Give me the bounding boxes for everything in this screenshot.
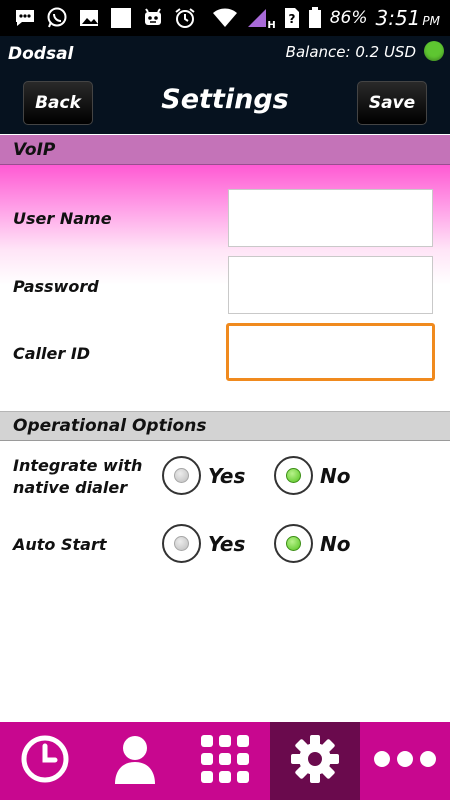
alarm-icon bbox=[174, 7, 196, 29]
radio-unselected-indicator bbox=[174, 468, 189, 483]
network-type: H bbox=[267, 20, 276, 31]
auto-start-yes-radio[interactable] bbox=[162, 524, 201, 563]
auto-start-no-radio[interactable] bbox=[274, 524, 313, 563]
clock-ampm: PM bbox=[422, 14, 440, 28]
battery-percent: 86% bbox=[329, 8, 368, 28]
clock-time: 3:51 bbox=[375, 6, 421, 30]
integrate-dialer-label-line2: native dialer bbox=[13, 478, 128, 497]
bottom-navigation bbox=[0, 722, 450, 800]
caller-id-input[interactable] bbox=[226, 323, 435, 381]
auto-start-no-label: No bbox=[320, 532, 351, 556]
password-input[interactable] bbox=[228, 256, 433, 314]
dialpad-grid-icon bbox=[200, 734, 250, 788]
voip-section-header: VoIP bbox=[0, 135, 450, 165]
svg-text:?: ? bbox=[288, 12, 295, 26]
clock-icon bbox=[20, 734, 70, 788]
robot-icon bbox=[142, 7, 164, 29]
balance-text: Balance: 0.2 USD bbox=[285, 43, 416, 61]
blank-app-icon bbox=[110, 7, 132, 29]
integrate-dialer-no-radio[interactable] bbox=[274, 456, 313, 495]
caller-id-label: Caller ID bbox=[13, 344, 91, 363]
status-bar: H ? 86% 3:51 PM bbox=[0, 0, 450, 36]
gallery-icon bbox=[78, 7, 100, 29]
person-icon bbox=[113, 734, 157, 788]
more-dots-icon bbox=[373, 749, 437, 773]
sim-unknown-icon: ? bbox=[284, 7, 300, 29]
operational-options-header: Operational Options bbox=[0, 411, 450, 441]
auto-start-yes-label: Yes bbox=[208, 532, 246, 556]
voip-form: User Name Password Caller ID bbox=[0, 165, 450, 410]
radio-selected-indicator bbox=[286, 468, 301, 483]
online-status-indicator bbox=[424, 41, 444, 61]
integrate-dialer-label-line1: Integrate with bbox=[13, 456, 143, 475]
username-input[interactable] bbox=[228, 189, 433, 247]
auto-start-label: Auto Start bbox=[13, 535, 107, 554]
brand-name: Dodsal bbox=[8, 44, 74, 64]
battery-icon bbox=[308, 7, 322, 29]
nav-history[interactable] bbox=[0, 722, 90, 800]
username-label: User Name bbox=[13, 209, 112, 228]
nav-contacts[interactable] bbox=[90, 722, 180, 800]
system-status: H ? 86% 3:51 PM bbox=[212, 5, 440, 31]
wifi-icon bbox=[212, 7, 238, 29]
integrate-dialer-yes-label: Yes bbox=[208, 464, 246, 488]
save-button[interactable]: Save bbox=[357, 81, 427, 125]
radio-selected-indicator bbox=[286, 536, 301, 551]
messages-icon bbox=[14, 7, 36, 29]
integrate-dialer-label: Integrate with native dialer bbox=[13, 455, 142, 499]
signal-icon: H bbox=[246, 7, 276, 31]
radio-unselected-indicator bbox=[174, 536, 189, 551]
nav-settings[interactable] bbox=[270, 722, 360, 800]
gear-icon bbox=[290, 734, 340, 788]
whatsapp-icon bbox=[46, 7, 68, 29]
password-label: Password bbox=[13, 277, 99, 296]
integrate-dialer-yes-radio[interactable] bbox=[162, 456, 201, 495]
notification-icons bbox=[14, 6, 196, 30]
nav-more[interactable] bbox=[360, 722, 450, 800]
integrate-dialer-no-label: No bbox=[320, 464, 351, 488]
nav-dialpad[interactable] bbox=[180, 722, 270, 800]
app-header: Dodsal Balance: 0.2 USD Back Settings Sa… bbox=[0, 36, 450, 134]
clock: 3:51 PM bbox=[375, 6, 440, 30]
